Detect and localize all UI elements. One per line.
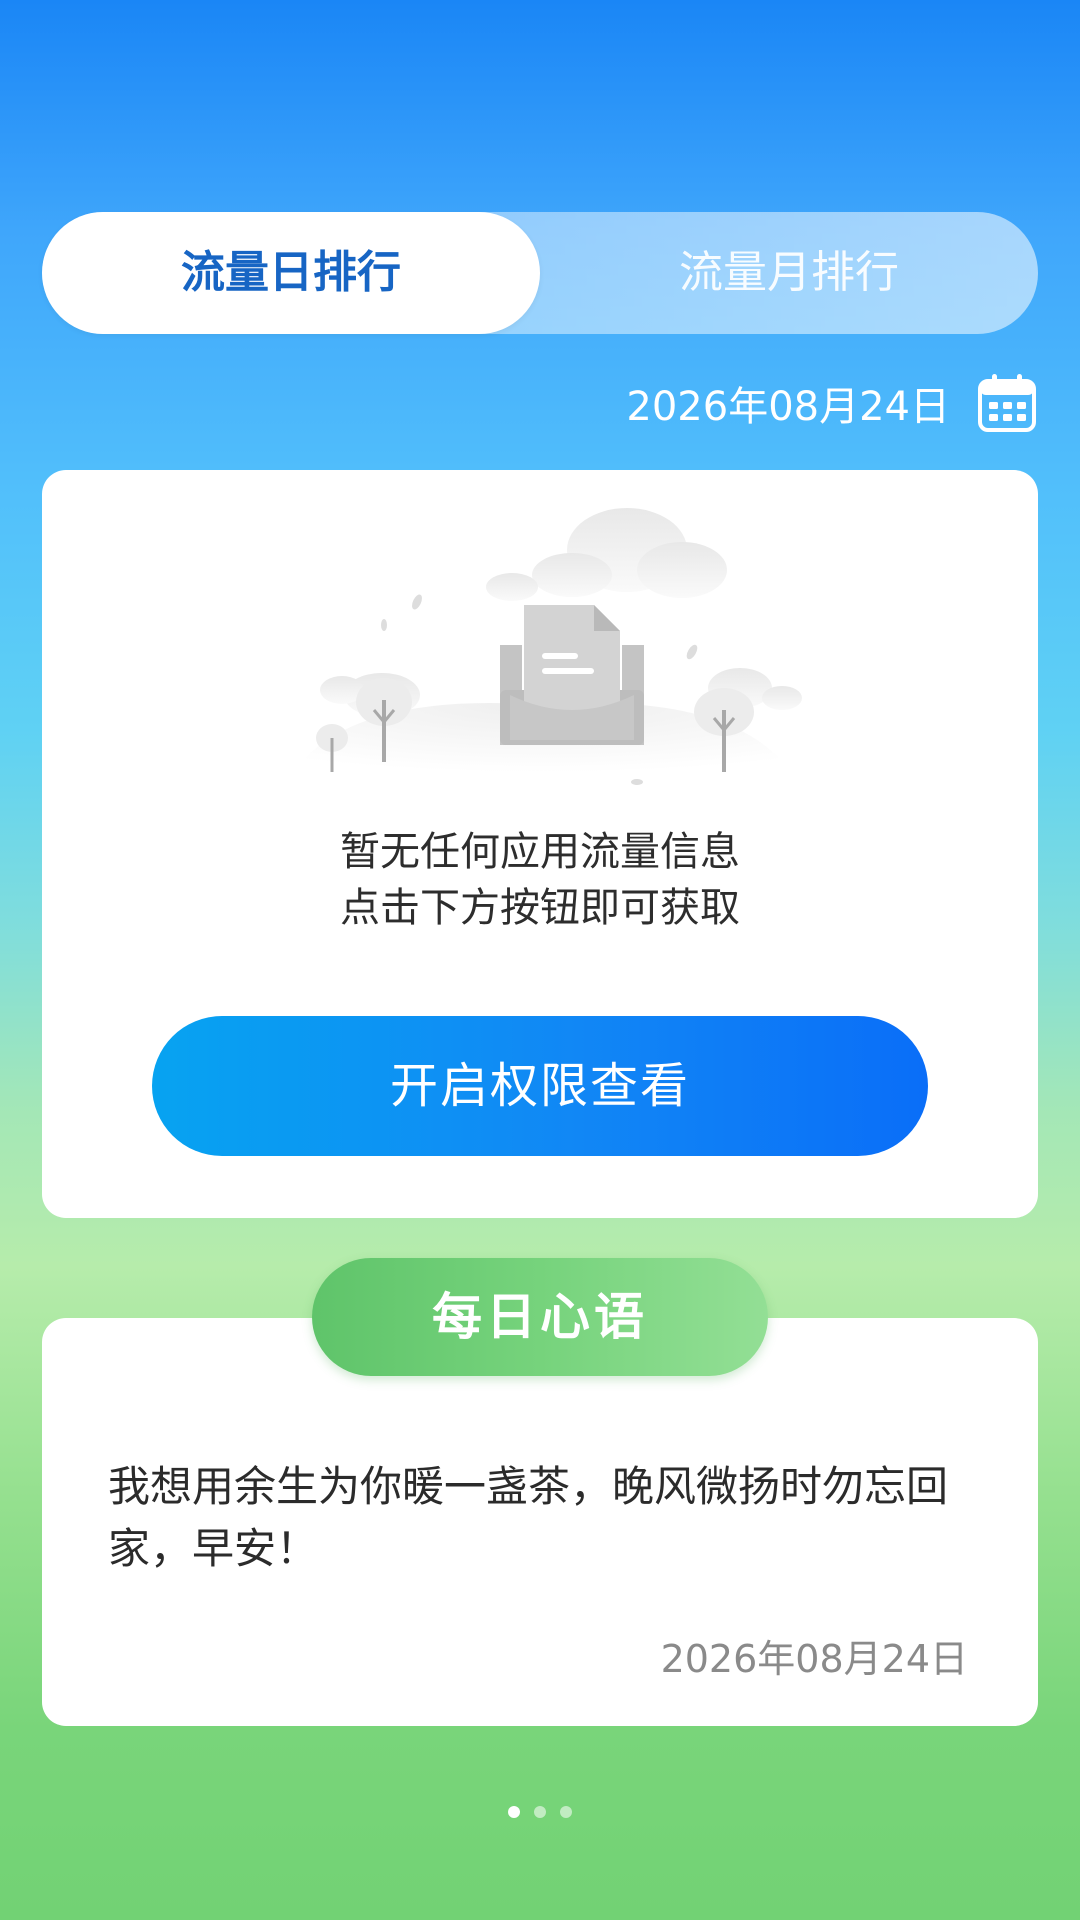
ranking-tabs: 流量日排行 流量月排行 (42, 212, 1038, 334)
page-dot-3[interactable] (560, 1806, 572, 1818)
tab-monthly-ranking[interactable]: 流量月排行 (540, 212, 1038, 334)
calendar-icon[interactable] (976, 372, 1038, 434)
selected-date: 2026年08月24日 (626, 384, 950, 430)
page-dot-2[interactable] (534, 1806, 546, 1818)
page-indicator (0, 1806, 1080, 1818)
tab-daily-ranking[interactable]: 流量日排行 (42, 212, 540, 334)
page-dot-1[interactable] (508, 1806, 520, 1818)
empty-inbox-illustration (272, 490, 812, 790)
traffic-card: 暂无任何应用流量信息 点击下方按钮即可获取 开启权限查看 (42, 470, 1038, 1218)
quote-date: 2026年08月24日 (660, 1637, 968, 1681)
empty-message-line1: 暂无任何应用流量信息 (340, 829, 740, 875)
daily-quote-card: 我想用余生为你暖一盏茶，晚风微扬时勿忘回家，早安！ 2026年08月24日 (42, 1318, 1038, 1726)
empty-message-line2: 点击下方按钮即可获取 (340, 885, 740, 931)
quote-text: 我想用余生为你暖一盏茶，晚风微扬时勿忘回家，早安！ (108, 1462, 949, 1573)
daily-quote-title: 每日心语 (312, 1258, 768, 1376)
enable-permission-button[interactable]: 开启权限查看 (152, 1016, 928, 1156)
date-row: 2026年08月24日 (626, 370, 1038, 436)
